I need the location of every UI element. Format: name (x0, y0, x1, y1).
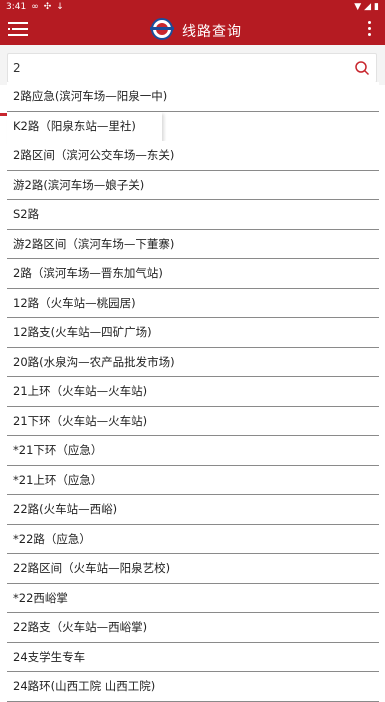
app-logo (150, 18, 174, 40)
signal-icon: ◢ (364, 2, 372, 12)
list-item[interactable]: 22路区间（火车站—阳泉艺校) (7, 554, 379, 584)
status-time: 3:41 (6, 2, 27, 12)
battery-icon: ▮ (374, 2, 379, 12)
notification-icon: ✣ (43, 2, 52, 12)
list-item[interactable]: 20路(水泉沟—农产品批发市场) (7, 347, 379, 377)
page-title: 线路查询 (182, 24, 242, 40)
link-icon: ∞ (31, 2, 39, 12)
list-item[interactable]: K2路（阳泉东站—里社) (7, 111, 162, 141)
wifi-icon: ▼ (354, 2, 362, 12)
list-item[interactable]: 22路支（火车站—西峪掌) (7, 613, 379, 643)
search-area (0, 45, 385, 85)
list-item[interactable]: *22西峪掌 (7, 583, 379, 613)
search-icon[interactable] (354, 60, 370, 76)
list-item[interactable]: 21下环（火车站—火车站) (7, 406, 379, 436)
download-icon: ↓ (56, 2, 64, 12)
list-item[interactable]: 24支学生专车 (7, 642, 379, 672)
status-bar: 3:41 ∞ ✣ ↓ ▼ ◢ ▮ (0, 0, 385, 14)
more-options-icon[interactable] (368, 21, 372, 37)
list-item[interactable]: 12路（火车站—桃园居) (7, 288, 379, 318)
list-item[interactable]: 22路(火车站—西峪) (7, 495, 379, 525)
list-item[interactable]: 2路（滨河车场—晋东加气站) (7, 259, 379, 289)
list-item[interactable]: 12路支(火车站—四矿广场) (7, 318, 379, 348)
search-box (7, 53, 377, 83)
list-item[interactable]: *22路（应急） (7, 524, 379, 554)
list-item[interactable]: 2路应急(滨河车场—阳泉一中) (7, 82, 379, 112)
search-input[interactable] (13, 58, 343, 78)
list-item[interactable]: 24路环(山西工院 山西工院) (7, 672, 379, 702)
list-item[interactable]: 2路区间（滨河公交车场—东关) (7, 141, 379, 171)
list-item[interactable]: 21上环（火车站—火车站) (7, 377, 379, 407)
menu-icon[interactable] (8, 20, 30, 38)
list-item[interactable]: 游2路区间（滨河车场—下董寨) (7, 229, 379, 259)
app-bar: 线路查询 (0, 14, 385, 45)
tab-indicator (0, 113, 7, 116)
list-item[interactable]: 游2路(滨河车场—娘子关) (7, 170, 379, 200)
suggestion-list: 2路应急(滨河车场—阳泉一中) K2路（阳泉东站—里社) 2路区间（滨河公交车场… (7, 82, 379, 702)
list-item[interactable]: *21上环（应急） (7, 465, 379, 495)
list-item[interactable]: *21下环（应急） (7, 436, 379, 466)
list-item[interactable]: S2路 (7, 200, 379, 230)
